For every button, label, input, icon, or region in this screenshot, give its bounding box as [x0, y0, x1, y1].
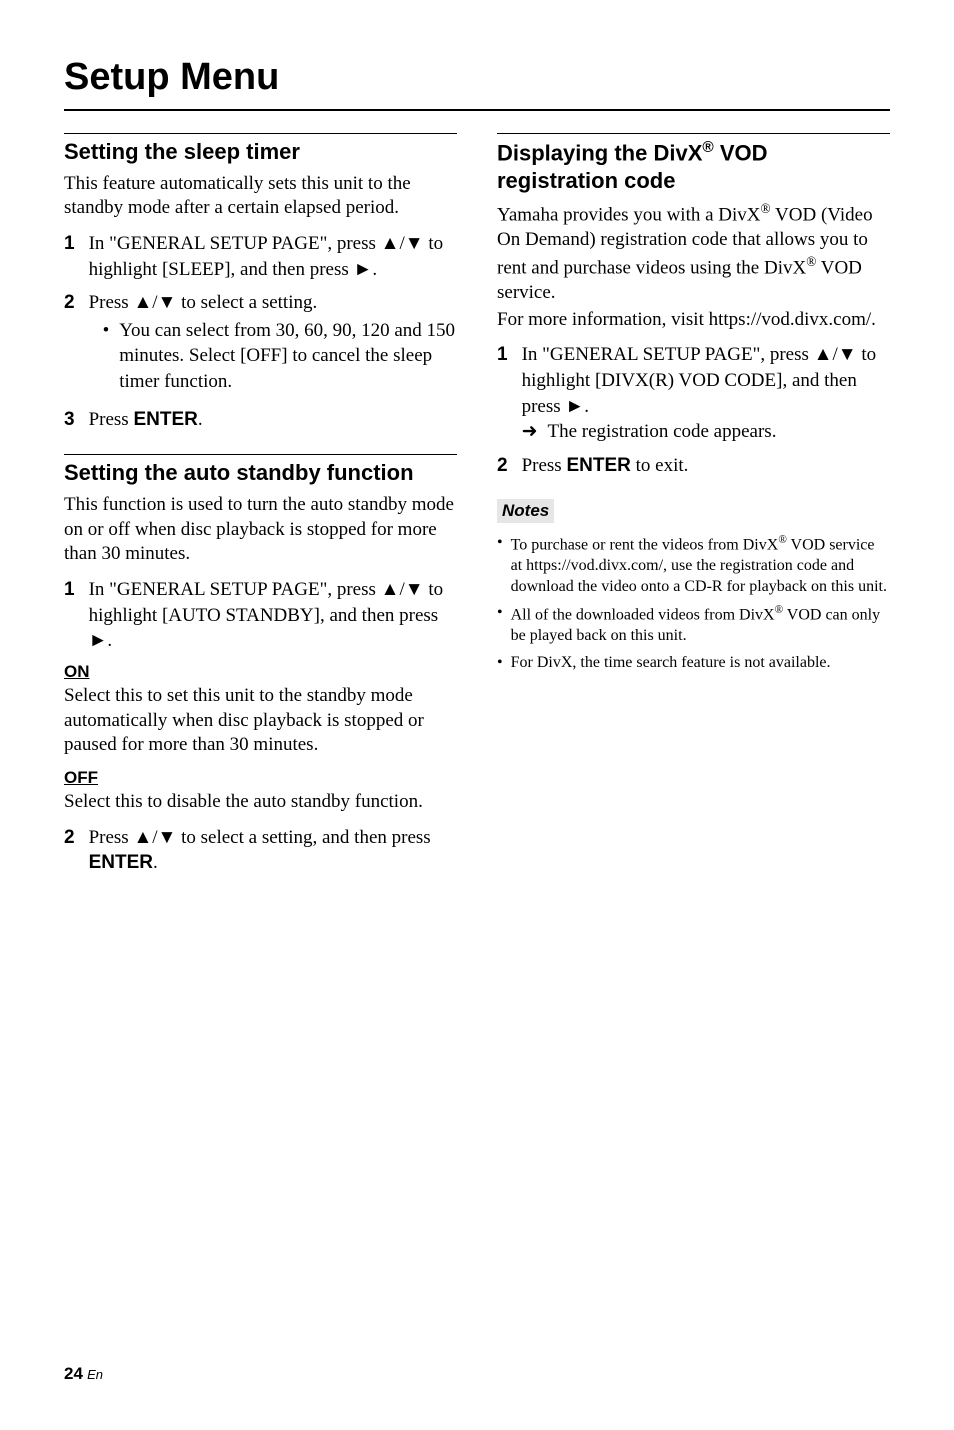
bullet-icon: •: [497, 533, 503, 598]
up-icon: ▲: [814, 344, 833, 365]
step-row: 1 In "GENERAL SETUP PAGE", press ▲/▼ to …: [497, 342, 890, 445]
down-icon: ▼: [158, 292, 177, 313]
up-icon: ▲: [133, 827, 152, 848]
intro-paragraph: For more information, visit https://vod.…: [497, 308, 890, 333]
result-row: ➜ The registration code appears.: [522, 419, 890, 445]
play-icon: ►: [565, 396, 584, 417]
step-body: Press ▲/▼ to select a setting, and then …: [89, 825, 457, 876]
step-text: to select a setting.: [176, 292, 317, 313]
step-body: In "GENERAL SETUP PAGE", press ▲/▼ to hi…: [89, 577, 457, 654]
step-row: 2 Press ENTER to exit.: [497, 453, 890, 479]
step-number: 1: [64, 231, 75, 282]
step-row: 1 In "GENERAL SETUP PAGE", press ▲/▼ to …: [64, 577, 457, 654]
step-text: .: [372, 259, 377, 280]
section-heading-auto-standby: Setting the auto standby function: [64, 459, 457, 487]
up-icon: ▲: [381, 579, 400, 600]
intro-paragraph: Yamaha provides you with a DivX® VOD (Vi…: [497, 200, 890, 305]
option-on-label: ON: [64, 662, 457, 682]
chapter-title: Setup Menu: [64, 56, 890, 99]
registered-icon: ®: [761, 201, 771, 216]
intro-paragraph: This feature automatically sets this uni…: [64, 172, 457, 221]
step-row: 2 Press ▲/▼ to select a setting, and the…: [64, 825, 457, 876]
step-text: to exit.: [631, 455, 689, 476]
bullet-row: • You can select from 30, 60, 90, 120 an…: [103, 318, 457, 395]
body-text: Yamaha provides you with a DivX: [497, 205, 761, 226]
registered-icon: ®: [775, 604, 784, 616]
step-row: 3 Press ENTER.: [64, 407, 457, 433]
notes-heading: Notes: [497, 499, 554, 523]
option-off-label: OFF: [64, 768, 457, 788]
step-text: In "GENERAL SETUP PAGE", press: [522, 344, 814, 365]
step-text: .: [107, 630, 112, 651]
down-icon: ▼: [838, 344, 857, 365]
step-number: 2: [64, 825, 75, 876]
bullet-icon: •: [497, 653, 503, 674]
step-row: 1 In "GENERAL SETUP PAGE", press ▲/▼ to …: [64, 231, 457, 282]
page-lang: En: [87, 1367, 103, 1382]
step-body: Press ENTER.: [89, 407, 457, 433]
step-body: Press ENTER to exit.: [522, 453, 890, 479]
intro-paragraph: This function is used to turn the auto s…: [64, 493, 457, 567]
option-body: Select this to set this unit to the stan…: [64, 684, 457, 758]
step-text: .: [584, 396, 589, 417]
step-number: 2: [497, 453, 508, 479]
down-icon: ▼: [405, 579, 424, 600]
two-column-layout: Setting the sleep timer This feature aut…: [64, 133, 890, 884]
step-body: Press ▲/▼ to select a setting. • You can…: [89, 290, 457, 399]
step-text: .: [198, 409, 203, 430]
enter-label: ENTER: [133, 409, 197, 430]
bullet-icon: •: [103, 318, 110, 395]
step-text: In "GENERAL SETUP PAGE", press: [89, 579, 381, 600]
right-arrow-icon: ➜: [522, 419, 538, 445]
play-icon: ►: [89, 630, 108, 651]
step-text: Press: [89, 409, 134, 430]
result-text: The registration code appears.: [548, 419, 777, 445]
chapter-rule: [64, 109, 890, 111]
bullet-text: You can select from 30, 60, 90, 120 and …: [119, 318, 457, 395]
heading-text: Displaying the DivX: [497, 140, 702, 165]
step-text: Press: [89, 827, 134, 848]
option-body: Select this to disable the auto standby …: [64, 790, 457, 815]
page-number: 24: [64, 1364, 83, 1383]
section-heading-sleep-timer: Setting the sleep timer: [64, 138, 457, 166]
registered-icon: ®: [702, 139, 713, 156]
step-body: In "GENERAL SETUP PAGE", press ▲/▼ to hi…: [89, 231, 457, 282]
enter-label: ENTER: [89, 852, 153, 873]
page-footer: 24 En: [64, 1364, 103, 1384]
down-icon: ▼: [158, 827, 177, 848]
section-rule: [497, 133, 890, 134]
step-number: 2: [64, 290, 75, 399]
step-body: In "GENERAL SETUP PAGE", press ▲/▼ to hi…: [522, 342, 890, 445]
step-row: 2 Press ▲/▼ to select a setting. • You c…: [64, 290, 457, 399]
note-item: • To purchase or rent the videos from Di…: [497, 533, 890, 598]
note-text: To purchase or rent the videos from DivX: [511, 536, 779, 553]
step-text: to select a setting, and then press: [176, 827, 430, 848]
bullet-icon: •: [497, 603, 503, 647]
step-text: .: [153, 852, 158, 873]
step-text: In "GENERAL SETUP PAGE", press: [89, 233, 381, 254]
down-icon: ▼: [405, 233, 424, 254]
note-text: For DivX, the time search feature is not…: [511, 653, 831, 674]
up-icon: ▲: [381, 233, 400, 254]
note-item: • For DivX, the time search feature is n…: [497, 653, 890, 674]
section-rule: [64, 133, 457, 134]
step-number: 3: [64, 407, 75, 433]
play-icon: ►: [354, 259, 373, 280]
note-item: • All of the downloaded videos from DivX…: [497, 603, 890, 647]
step-text: Press: [89, 292, 134, 313]
step-text: Press: [522, 455, 567, 476]
note-text: All of the downloaded videos from DivX® …: [511, 603, 890, 647]
registered-icon: ®: [806, 254, 816, 269]
left-column: Setting the sleep timer This feature aut…: [64, 133, 457, 884]
note-text: To purchase or rent the videos from DivX…: [511, 533, 890, 598]
note-text: All of the downloaded videos from DivX: [511, 607, 775, 624]
enter-label: ENTER: [566, 455, 630, 476]
registered-icon: ®: [778, 534, 787, 546]
step-number: 1: [64, 577, 75, 654]
up-icon: ▲: [133, 292, 152, 313]
section-heading-divx: Displaying the DivX® VOD registration co…: [497, 138, 890, 194]
step-number: 1: [497, 342, 508, 445]
right-column: Displaying the DivX® VOD registration co…: [497, 133, 890, 884]
section-rule: [64, 454, 457, 455]
